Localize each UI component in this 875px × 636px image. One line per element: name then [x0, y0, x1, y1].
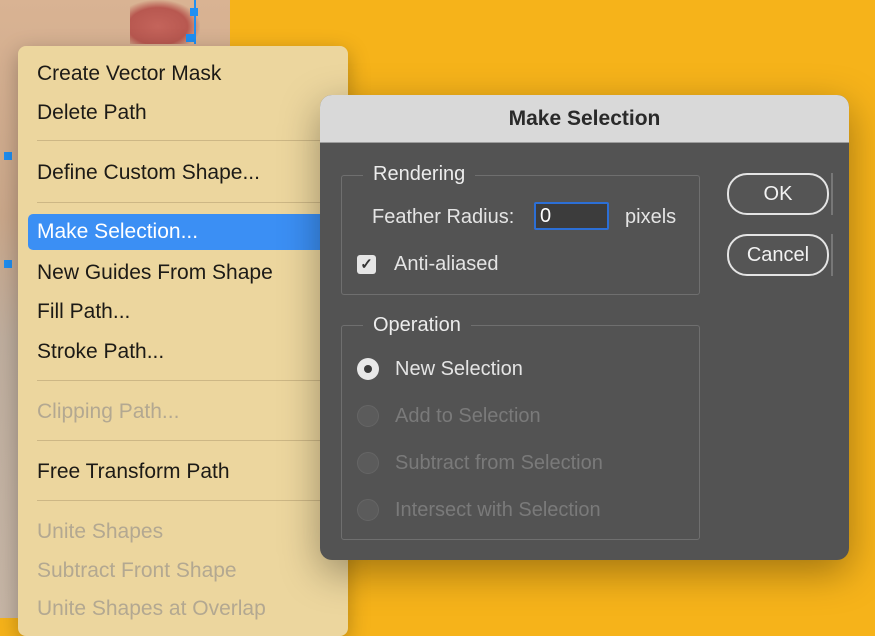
- menu-item-subtract-front-shape: Subtract Front Shape: [37, 559, 237, 582]
- dialog-titlebar[interactable]: Make Selection: [320, 95, 849, 143]
- feather-radius-unit: pixels: [625, 206, 677, 228]
- menu-separator: [37, 140, 337, 141]
- menu-item-clipping-path: Clipping Path...: [37, 400, 180, 423]
- path-anchor-point[interactable]: [4, 152, 12, 160]
- make-selection-dialog: Make Selection Rendering Feather Radius:…: [320, 95, 849, 560]
- menu-separator: [37, 202, 337, 203]
- button-edge: [831, 173, 833, 215]
- subtract-from-selection-radio: [357, 452, 379, 474]
- menu-item-create-vector-mask[interactable]: Create Vector Mask: [28, 56, 338, 92]
- menu-item-delete-path[interactable]: Delete Path: [28, 95, 338, 131]
- add-to-selection-radio: [357, 405, 379, 427]
- rendering-group: [341, 175, 700, 295]
- rendering-group-label: Rendering: [363, 161, 476, 187]
- menu-item-free-transform-path[interactable]: Free Transform Path: [28, 454, 338, 490]
- menu-item-unite-shapes: Unite Shapes: [37, 520, 164, 543]
- menu-item-unite-shapes-at-overlap: Unite Shapes at Overlap: [37, 597, 266, 620]
- menu-item-make-selection[interactable]: Make Selection...: [28, 214, 348, 250]
- subtract-from-selection-label: Subtract from Selection: [395, 452, 603, 474]
- menu-separator: [37, 500, 337, 501]
- path-anchor-point[interactable]: [186, 34, 194, 42]
- cancel-button[interactable]: Cancel: [727, 234, 829, 276]
- path-context-menu: Create Vector Mask Delete Path Define Cu…: [18, 46, 348, 636]
- menu-separator: [37, 440, 337, 441]
- ok-button[interactable]: OK: [727, 173, 829, 215]
- anti-aliased-checkbox[interactable]: ✓: [357, 255, 376, 274]
- new-selection-label[interactable]: New Selection: [395, 356, 523, 382]
- menu-item-define-custom-shape[interactable]: Define Custom Shape...: [28, 155, 338, 191]
- menu-separator: [37, 380, 337, 381]
- menu-item-fill-path[interactable]: Fill Path...: [28, 294, 338, 330]
- menu-item-new-guides-from-shape[interactable]: New Guides From Shape: [28, 255, 338, 291]
- feather-radius-label: Feather Radius:: [372, 206, 515, 228]
- intersect-with-selection-radio: [357, 499, 379, 521]
- path-anchor-point[interactable]: [4, 260, 12, 268]
- new-selection-radio[interactable]: [357, 358, 379, 380]
- intersect-with-selection-label: Intersect with Selection: [395, 499, 601, 521]
- operation-group-label: Operation: [363, 312, 471, 338]
- path-segment: [194, 0, 196, 44]
- dialog-title: Make Selection: [508, 107, 661, 130]
- feather-radius-input[interactable]: [534, 202, 609, 230]
- path-anchor-point[interactable]: [190, 8, 198, 16]
- anti-aliased-label[interactable]: Anti-aliased: [394, 251, 499, 277]
- button-edge: [831, 234, 833, 276]
- menu-item-stroke-path[interactable]: Stroke Path...: [28, 334, 338, 370]
- add-to-selection-label: Add to Selection: [395, 405, 541, 427]
